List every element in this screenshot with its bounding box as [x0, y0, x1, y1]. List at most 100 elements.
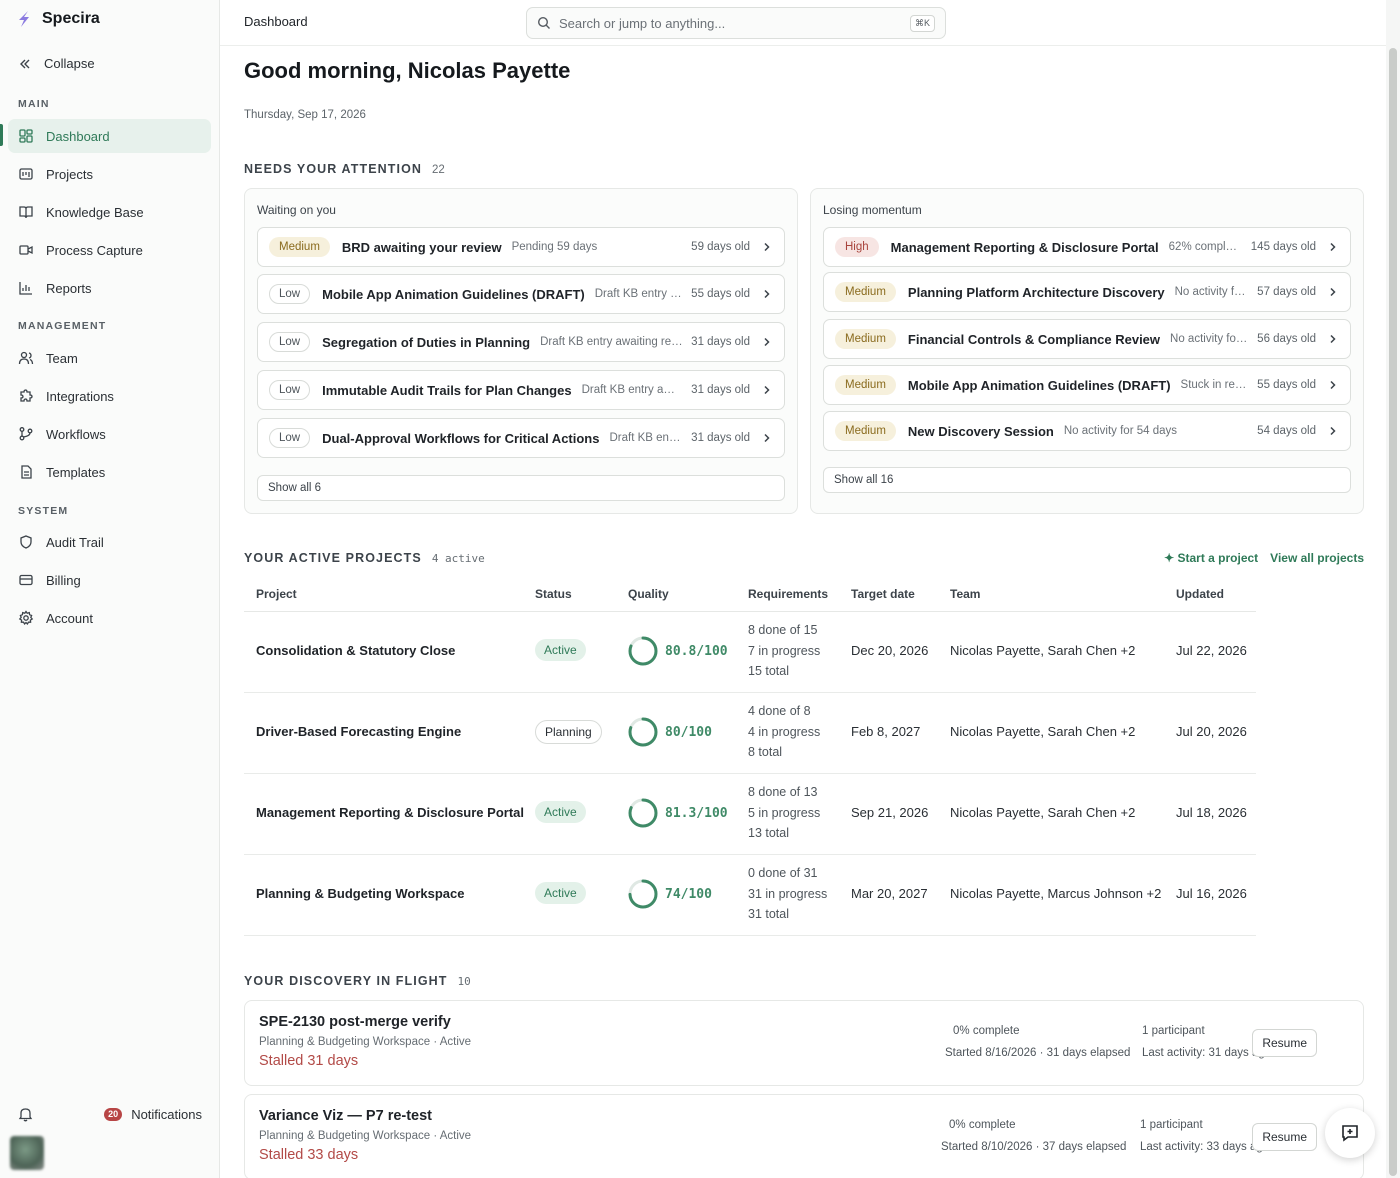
- project-name[interactable]: Management Reporting & Disclosure Portal: [256, 805, 524, 820]
- grid-icon: [18, 128, 34, 144]
- discovery-title[interactable]: Variance Viz — P7 re-test: [259, 1108, 432, 1124]
- team-members: Nicolas Payette, Sarah Chen +2: [950, 805, 1136, 820]
- sidebar-item-audit-trail[interactable]: Audit Trail: [8, 525, 211, 559]
- discovery-title[interactable]: SPE-2130 post-merge verify: [259, 1014, 451, 1030]
- requirements-summary: 0 done of 31 31 in progress 31 total: [748, 863, 827, 925]
- attention-item-title: Planning Platform Architecture Discovery: [907, 284, 1165, 300]
- folder-icon: [18, 166, 34, 182]
- brand-name: Specira: [42, 10, 100, 27]
- start-project-link[interactable]: ✦ Start a project: [1164, 551, 1258, 565]
- sidebar-item-projects[interactable]: Projects: [8, 157, 211, 191]
- greeting: Good morning, Nicolas Payette: [244, 58, 571, 83]
- sidebar-item-integrations[interactable]: Integrations: [8, 379, 211, 413]
- search-input[interactable]: Search or jump to anything... ⌘K: [526, 7, 946, 39]
- sidebar-item-team[interactable]: Team: [8, 341, 211, 375]
- attention-item-description: Draft KB entry await...: [581, 384, 684, 396]
- attention-item-description: Draft KB entry...: [609, 432, 684, 444]
- waiting-on-you-panel: Waiting on you Medium BRD awaiting your r…: [244, 188, 798, 514]
- status-badge: Planning: [535, 720, 602, 744]
- sidebar-item-label: Projects: [46, 166, 93, 182]
- brand[interactable]: Specira: [16, 10, 100, 28]
- resume-button[interactable]: Resume: [1252, 1123, 1317, 1151]
- quality-value: 80/100: [665, 724, 712, 740]
- requirements-total: 15 total: [748, 664, 790, 678]
- project-name[interactable]: Driver-Based Forecasting Engine: [256, 724, 461, 739]
- attention-item-age: 31 days old: [691, 336, 750, 348]
- table-header-divider: [244, 611, 1256, 612]
- attention-item[interactable]: Medium Financial Controls & Compliance Re…: [823, 319, 1351, 359]
- user-avatar[interactable]: [10, 1136, 44, 1170]
- target-date: Sep 21, 2026: [851, 805, 929, 820]
- requirements-done: 4 done of 8: [748, 704, 811, 718]
- requirements-in-progress: 7 in progress: [748, 643, 821, 658]
- feedback-chat-button[interactable]: [1325, 1108, 1375, 1158]
- attention-item[interactable]: Medium New Discovery Session No activity f…: [823, 411, 1351, 451]
- sidebar-item-label: Templates: [46, 464, 106, 480]
- priority-badge: Low: [269, 332, 311, 352]
- column-header-quality[interactable]: Quality: [628, 587, 669, 601]
- sidebar-item-billing[interactable]: Billing: [8, 563, 211, 597]
- priority-badge: Medium: [835, 282, 896, 302]
- sidebar-item-workflows[interactable]: Workflows: [8, 417, 211, 451]
- attention-item-title: Financial Controls & Compliance Review: [907, 331, 1161, 347]
- attention-item-age: 31 days old: [691, 384, 750, 396]
- attention-item[interactable]: Medium BRD awaiting your review Pending 59…: [257, 227, 785, 267]
- attention-item[interactable]: Medium Planning Platform Architecture Dis…: [823, 272, 1351, 312]
- sidebar-item-templates[interactable]: Templates: [8, 455, 211, 489]
- project-name[interactable]: Consolidation & Statutory Close: [256, 643, 455, 658]
- quality-value: 81.3/100: [665, 805, 728, 821]
- show-all-waiting-button[interactable]: Show all 6: [257, 475, 785, 501]
- show-all-losing-button[interactable]: Show all 16: [823, 467, 1351, 493]
- discovery-card[interactable]: SPE-2130 post-merge verify Planning & Bu…: [244, 1000, 1364, 1086]
- specira-logo-icon: [16, 10, 32, 28]
- column-header-requirements[interactable]: Requirements: [748, 587, 828, 601]
- column-header-project[interactable]: Project: [256, 587, 297, 601]
- sidebar-item-knowledge-base[interactable]: Knowledge Base: [8, 195, 211, 229]
- column-header-team[interactable]: Team: [950, 587, 980, 601]
- project-name[interactable]: Planning & Budgeting Workspace: [256, 886, 465, 901]
- column-header-updated[interactable]: Updated: [1176, 587, 1224, 601]
- view-all-projects-link[interactable]: View all projects: [1270, 551, 1364, 565]
- quality-score: 80/100: [627, 716, 712, 748]
- attention-item[interactable]: Low Segregation of Duties in Planning Draf…: [257, 322, 785, 362]
- discovery-subtitle: Planning & Budgeting Workspace · Active: [259, 1130, 472, 1142]
- chevron-right-icon: [762, 242, 772, 252]
- attention-item-title: New Discovery Session: [907, 423, 1054, 439]
- sidebar-item-account[interactable]: Account: [8, 601, 211, 635]
- attention-item[interactable]: Low Mobile App Animation Guidelines (DRAF…: [257, 274, 785, 314]
- attention-item-title: Mobile App Animation Guidelines (DRAFT): [907, 377, 1171, 393]
- row-divider: [244, 773, 1256, 774]
- notifications-label: Notifications: [131, 1106, 202, 1122]
- requirements-done: 8 done of 13: [748, 785, 818, 799]
- attention-item[interactable]: Low Dual-Approval Workflows for Critical …: [257, 418, 785, 458]
- updated-date: Jul 16, 2026: [1176, 886, 1247, 901]
- attention-item-description: Pending 59 days: [511, 241, 598, 253]
- chevrons-left-icon: [18, 57, 32, 71]
- resume-button[interactable]: Resume: [1252, 1029, 1317, 1057]
- sidebar-item-dashboard[interactable]: Dashboard: [8, 119, 211, 153]
- attention-item[interactable]: High Management Reporting & Disclosure Po…: [823, 227, 1351, 267]
- attention-item[interactable]: Low Immutable Audit Trails for Plan Chang…: [257, 370, 785, 410]
- updated-date: Jul 20, 2026: [1176, 724, 1247, 739]
- chevron-right-icon: [762, 385, 772, 395]
- sidebar-item-process-capture[interactable]: Process Capture: [8, 233, 211, 267]
- active-indicator: [0, 124, 3, 146]
- quality-score: 74/100: [627, 878, 712, 910]
- scrollbar-thumb[interactable]: [1389, 48, 1397, 1176]
- discovery-card[interactable]: Variance Viz — P7 re-test Planning & Bud…: [244, 1094, 1364, 1178]
- quality-ring-icon: [627, 635, 659, 667]
- attention-count: 22: [432, 164, 445, 176]
- notifications-button[interactable]: 20 Notifications: [18, 1106, 202, 1122]
- collapse-button[interactable]: Collapse: [18, 56, 95, 71]
- attention-heading-label: NEEDS YOUR ATTENTION: [244, 162, 423, 176]
- sidebar-item-reports[interactable]: Reports: [8, 271, 211, 305]
- chevron-right-icon: [1328, 287, 1338, 297]
- column-header-status[interactable]: Status: [535, 587, 572, 601]
- attention-item-description: 62% complete...: [1168, 241, 1243, 253]
- column-header-target-date[interactable]: Target date: [851, 587, 915, 601]
- attention-item-description: Draft KB entry a...: [594, 288, 684, 300]
- attention-item[interactable]: Medium Mobile App Animation Guidelines (D…: [823, 365, 1351, 405]
- priority-badge: Low: [269, 380, 311, 400]
- section-label-main: MAIN: [18, 98, 50, 110]
- discovery-progress: 0% complete: [949, 1119, 1016, 1131]
